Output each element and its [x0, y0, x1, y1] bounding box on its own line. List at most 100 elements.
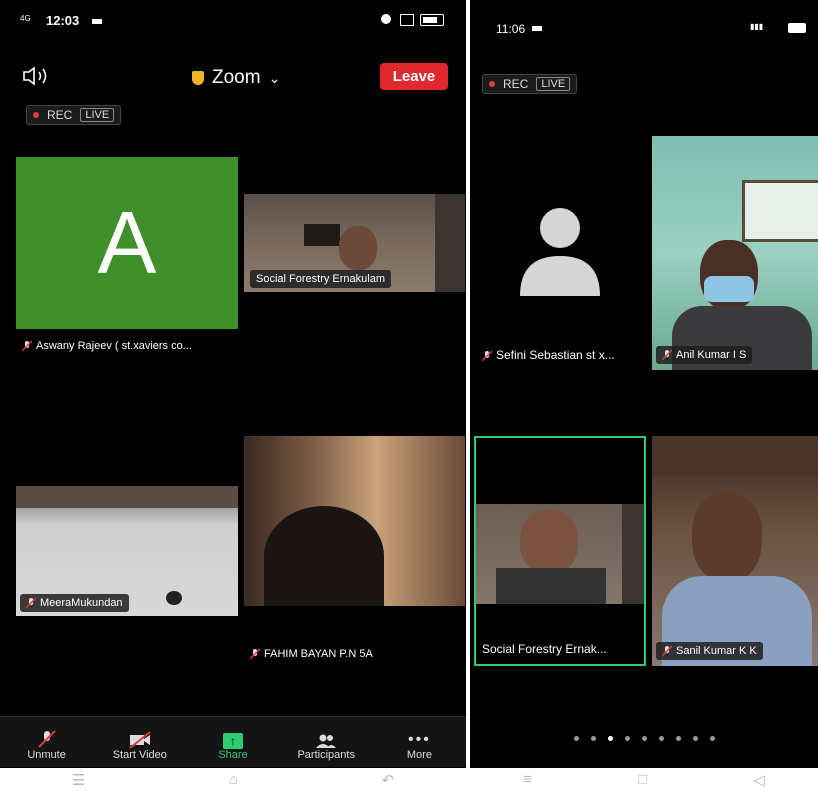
- ceiling-shape: [16, 486, 238, 508]
- participant-name-label: Aswany Rajeev ( st.xaviers co...: [21, 340, 192, 352]
- meeting-title[interactable]: Zoom ⌄: [192, 67, 280, 89]
- menu-icon[interactable]: ≡: [523, 771, 532, 788]
- participant-name: Social Forestry Ernak...: [482, 642, 607, 656]
- participant-name: Aswany Rajeev ( st.xaviers co...: [36, 340, 192, 352]
- network-label: 4G: [20, 14, 31, 23]
- more-button[interactable]: ••• More: [373, 717, 466, 767]
- unmute-button[interactable]: Unmute: [0, 717, 93, 767]
- page-dot[interactable]: [675, 736, 681, 741]
- participant-tile-video[interactable]: MeeraMukundan: [16, 486, 238, 616]
- meeting-title-label: Zoom: [212, 67, 261, 88]
- menu-icon[interactable]: ☰: [72, 771, 85, 789]
- home-icon[interactable]: ⌂: [229, 771, 238, 788]
- leave-button[interactable]: Leave: [380, 63, 448, 90]
- mic-muted-icon: [249, 648, 261, 660]
- page-dot[interactable]: [692, 736, 698, 741]
- participants-icon: [316, 734, 337, 748]
- left-system-nav: ☰ ⌂ ↶: [0, 768, 466, 791]
- ceiling-beams: [652, 436, 818, 476]
- status-time: 12:03: [46, 13, 80, 28]
- shelf-shape: [435, 194, 465, 292]
- mic-muted-icon: [37, 730, 56, 748]
- shield-icon: [192, 71, 204, 85]
- person-head: [520, 510, 578, 574]
- speaker-icon[interactable]: [22, 66, 52, 91]
- right-system-nav: ≡ □ ◁: [470, 768, 818, 791]
- square-icon[interactable]: □: [638, 771, 647, 788]
- participant-name-label: Anil Kumar I S: [656, 346, 753, 365]
- avatar-letter: A: [97, 193, 157, 292]
- participants-button[interactable]: Participants: [280, 717, 373, 767]
- person-body: [496, 568, 606, 604]
- mic-muted-icon: [481, 350, 493, 362]
- rec-indicator: REC LIVE: [26, 105, 122, 125]
- rec-indicator: REC LIVE: [482, 74, 578, 94]
- signal-icon: ▮▮▮: [750, 22, 764, 31]
- participant-tile-avatar[interactable]: A: [16, 157, 238, 329]
- participant-name: MeeraMukundan: [40, 597, 123, 609]
- share-label: Share: [218, 749, 248, 761]
- live-badge: LIVE: [536, 77, 571, 91]
- participant-tile-avatar[interactable]: Sefini Sebastian st x...: [474, 136, 646, 370]
- participant-tile-active-speaker[interactable]: Social Forestry Ernak...: [474, 436, 646, 666]
- participants-label: Participants: [297, 749, 355, 761]
- alarm-icon: [381, 14, 391, 24]
- share-button[interactable]: ↑ Share: [186, 717, 279, 767]
- unmute-label: Unmute: [27, 749, 66, 761]
- person-placeholder-icon: [520, 208, 600, 296]
- mic-muted-icon: [661, 349, 673, 361]
- video-icon: [532, 26, 542, 31]
- rec-dot-icon: [489, 81, 495, 87]
- participant-name-label: Sefini Sebastian st x...: [481, 348, 615, 362]
- chevron-down-icon: ⌄: [268, 69, 281, 86]
- page-indicator[interactable]: [470, 736, 818, 741]
- more-label: More: [406, 749, 432, 761]
- meeting-toolbar: Unmute Start Video ↑ Share Participants …: [0, 716, 466, 767]
- signal-icon: [400, 14, 414, 26]
- more-icon: •••: [408, 731, 431, 748]
- video-icon: [92, 19, 102, 24]
- rec-label: REC: [503, 77, 529, 91]
- live-badge: LIVE: [80, 108, 115, 122]
- shelf-shape: [622, 504, 644, 604]
- participant-name-label: MeeraMukundan: [20, 594, 129, 613]
- participant-name-label: Sanil Kumar K K: [656, 642, 763, 661]
- participant-name: Social Forestry Ernakulam: [250, 270, 391, 288]
- start-video-label: Start Video: [112, 749, 167, 761]
- participant-tile-video[interactable]: Social Forestry Ernakulam: [244, 194, 465, 292]
- page-dot[interactable]: [573, 736, 579, 741]
- rec-dot-icon: [33, 112, 39, 118]
- start-video-button[interactable]: Start Video: [93, 717, 186, 767]
- battery-icon: [420, 14, 444, 26]
- battery-icon: [788, 23, 806, 33]
- page-dot-active[interactable]: [607, 736, 613, 741]
- face-mask: [704, 276, 754, 302]
- page-dot[interactable]: [709, 736, 715, 741]
- wall-frame: [742, 180, 818, 242]
- mic-muted-icon: [21, 340, 33, 352]
- participant-tile-video[interactable]: Anil Kumar I S: [652, 136, 818, 370]
- rec-label: REC: [47, 108, 73, 122]
- participant-name: Sanil Kumar K K: [676, 645, 757, 657]
- video-frame: [476, 504, 644, 604]
- video-off-icon: [129, 731, 151, 749]
- back-icon[interactable]: ↶: [382, 771, 395, 789]
- participant-name: Anil Kumar I S: [676, 349, 747, 361]
- participant-tile-video[interactable]: [244, 436, 465, 606]
- participant-tile-video[interactable]: Sanil Kumar K K: [652, 436, 818, 666]
- back-icon[interactable]: ◁: [753, 771, 765, 789]
- participant-name: Sefini Sebastian st x...: [496, 348, 615, 362]
- right-phone-screen: 11:06 ▮▮▮ REC LIVE Sefini Sebastian st x…: [470, 0, 818, 768]
- share-icon: ↑: [223, 733, 243, 749]
- tv-shape: [304, 224, 340, 246]
- page-dot[interactable]: [590, 736, 596, 741]
- page-dot[interactable]: [658, 736, 664, 741]
- page-dot[interactable]: [641, 736, 647, 741]
- left-phone-screen: 4G 12:03 Zoom ⌄ Leave REC LIVE A Aswany …: [0, 0, 466, 768]
- page-dot[interactable]: [624, 736, 630, 741]
- mic-muted-icon: [661, 645, 673, 657]
- participant-name-label: FAHIM BAYAN P.N 5A: [249, 648, 373, 660]
- person-head: [339, 226, 377, 270]
- fan-shape: [166, 591, 182, 605]
- person-silhouette: [264, 506, 384, 606]
